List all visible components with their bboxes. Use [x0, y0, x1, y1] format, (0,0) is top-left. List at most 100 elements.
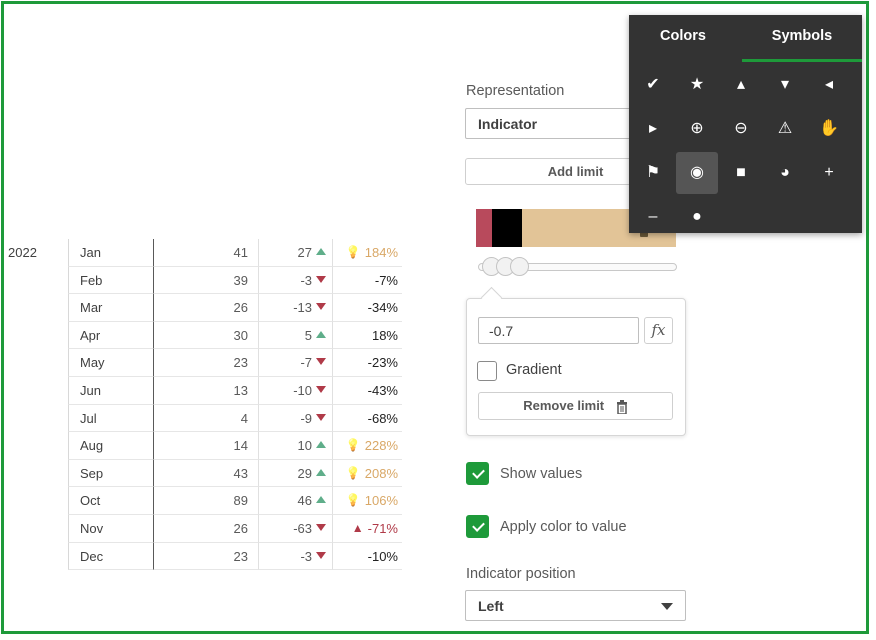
table-row: Nov 26 -63 ▲ -71%: [6, 515, 402, 543]
value-cell[interactable]: 13: [153, 377, 258, 405]
month-cell[interactable]: Feb: [68, 266, 153, 295]
month-cell[interactable]: Nov: [68, 515, 153, 543]
percent-cell[interactable]: 💡 184%: [332, 239, 402, 267]
percent-value: -71%: [367, 521, 398, 536]
triangle-down-icon: [316, 551, 326, 559]
percent-cell[interactable]: -43%: [332, 377, 402, 405]
percent-value: -23%: [367, 355, 398, 371]
change-cell[interactable]: -13: [258, 294, 332, 322]
plus-icon[interactable]: +: [814, 158, 844, 188]
percent-cell[interactable]: 💡 208%: [332, 459, 402, 488]
table-row: Dec 23 -3 -10%: [6, 542, 402, 571]
tab-symbols[interactable]: Symbols: [742, 15, 862, 62]
show-values-label: Show values: [500, 466, 583, 482]
square-icon[interactable]: ■: [726, 158, 756, 188]
show-values-checkbox[interactable]: [466, 462, 489, 485]
hand-icon[interactable]: ✋: [814, 114, 844, 144]
limit-segment-2[interactable]: [492, 209, 522, 247]
minus-icon[interactable]: –: [638, 202, 668, 232]
representation-select[interactable]: Indicator: [465, 108, 645, 139]
change-cell[interactable]: -10: [258, 377, 332, 405]
value-cell[interactable]: 23: [153, 349, 258, 377]
month-cell[interactable]: Oct: [68, 487, 153, 515]
pie-icon[interactable]: ◕: [770, 158, 800, 188]
caret-left-icon[interactable]: ◂: [814, 70, 844, 100]
month-cell[interactable]: Jan: [68, 239, 153, 267]
percent-cell[interactable]: 18%: [332, 321, 402, 350]
limit-segment-1[interactable]: [476, 209, 492, 247]
month-cell[interactable]: Jun: [68, 377, 153, 405]
value-cell[interactable]: 89: [153, 487, 258, 515]
value-cell[interactable]: 43: [153, 459, 258, 488]
lightbulb-icon: 💡: [345, 244, 361, 259]
trash-icon: [616, 399, 627, 415]
limit-value-text: -0.7: [489, 323, 514, 339]
month-cell[interactable]: Mar: [68, 294, 153, 322]
lightbulb-icon[interactable]: ◉: [676, 152, 718, 194]
percent-cell[interactable]: -68%: [332, 404, 402, 433]
caret-right-icon[interactable]: ▸: [638, 114, 668, 144]
month-cell[interactable]: Jul: [68, 404, 153, 433]
change-cell[interactable]: -7: [258, 349, 332, 377]
apply-color-checkbox[interactable]: [466, 515, 489, 538]
percent-cell[interactable]: ▲ -71%: [332, 515, 402, 543]
change-cell[interactable]: 5: [258, 321, 332, 350]
triangle-down-icon: [316, 413, 326, 421]
month-cell[interactable]: Dec: [68, 542, 153, 571]
remove-limit-button[interactable]: Remove limit: [478, 392, 673, 420]
minus-circle-icon[interactable]: ⊖: [726, 114, 756, 144]
triangle-down-icon: [316, 386, 326, 394]
change-cell[interactable]: -63: [258, 515, 332, 543]
percent-cell[interactable]: -7%: [332, 266, 402, 295]
month-cell[interactable]: Sep: [68, 459, 153, 488]
change-cell[interactable]: -9: [258, 404, 332, 433]
table-row: Mar 26 -13 -34%: [6, 294, 402, 322]
percent-cell[interactable]: -10%: [332, 542, 402, 571]
change-value: -9: [300, 410, 312, 426]
warning-icon[interactable]: ⚠: [770, 114, 800, 144]
percent-cell[interactable]: 💡 106%: [332, 487, 402, 515]
month-cell[interactable]: Apr: [68, 321, 153, 350]
change-value: 27: [297, 245, 312, 260]
flag-icon[interactable]: ⚑: [638, 158, 668, 188]
value-cell[interactable]: 26: [153, 294, 258, 322]
symbol-picker: Colors Symbols ✔ ★ ▴ ▾ ◂ ▸ ⊕ ⊖ ⚠ ✋ ⚑ ◉ ■ ◕ + – ●: [629, 15, 862, 233]
tab-colors[interactable]: Colors: [629, 15, 737, 62]
remove-limit-label: Remove limit: [523, 398, 605, 413]
value-cell[interactable]: 26: [153, 515, 258, 543]
triangle-up-icon: [316, 441, 326, 449]
value-cell[interactable]: 14: [153, 432, 258, 460]
value-cell[interactable]: 39: [153, 266, 258, 295]
star-icon[interactable]: ★: [682, 70, 712, 100]
percent-value: 208%: [364, 465, 398, 481]
change-value: -13: [293, 300, 312, 316]
change-cell[interactable]: 46: [258, 487, 332, 515]
value-cell[interactable]: 4: [153, 404, 258, 433]
change-cell[interactable]: -3: [258, 542, 332, 571]
caret-down-icon[interactable]: ▾: [770, 70, 800, 100]
month-cell[interactable]: Aug: [68, 432, 153, 460]
value-cell[interactable]: 41: [153, 239, 258, 267]
caret-up-icon[interactable]: ▴: [726, 70, 756, 100]
change-cell[interactable]: 27: [258, 239, 332, 267]
limit-value-input[interactable]: -0.7: [478, 317, 639, 344]
circle-icon[interactable]: ●: [682, 202, 712, 232]
percent-value: -68%: [367, 410, 398, 426]
slider-handle-3[interactable]: [510, 257, 529, 276]
percent-cell[interactable]: -23%: [332, 349, 402, 377]
value-cell[interactable]: 30: [153, 321, 258, 350]
plus-circle-icon[interactable]: ⊕: [682, 114, 712, 144]
month-cell[interactable]: May: [68, 349, 153, 377]
gradient-checkbox[interactable]: [477, 361, 497, 381]
change-cell[interactable]: -3: [258, 266, 332, 295]
check-icon[interactable]: ✔: [638, 70, 668, 100]
percent-cell[interactable]: -34%: [332, 294, 402, 322]
table-row: Jun 13 -10 -43%: [6, 377, 402, 405]
change-cell[interactable]: 29: [258, 459, 332, 488]
indicator-position-select[interactable]: Left: [465, 590, 686, 621]
value-cell[interactable]: 23: [153, 542, 258, 571]
percent-cell[interactable]: 💡 228%: [332, 432, 402, 460]
change-cell[interactable]: 10: [258, 432, 332, 460]
expression-button[interactable]: fx: [644, 317, 673, 344]
table-row: May 23 -7 -23%: [6, 349, 402, 377]
